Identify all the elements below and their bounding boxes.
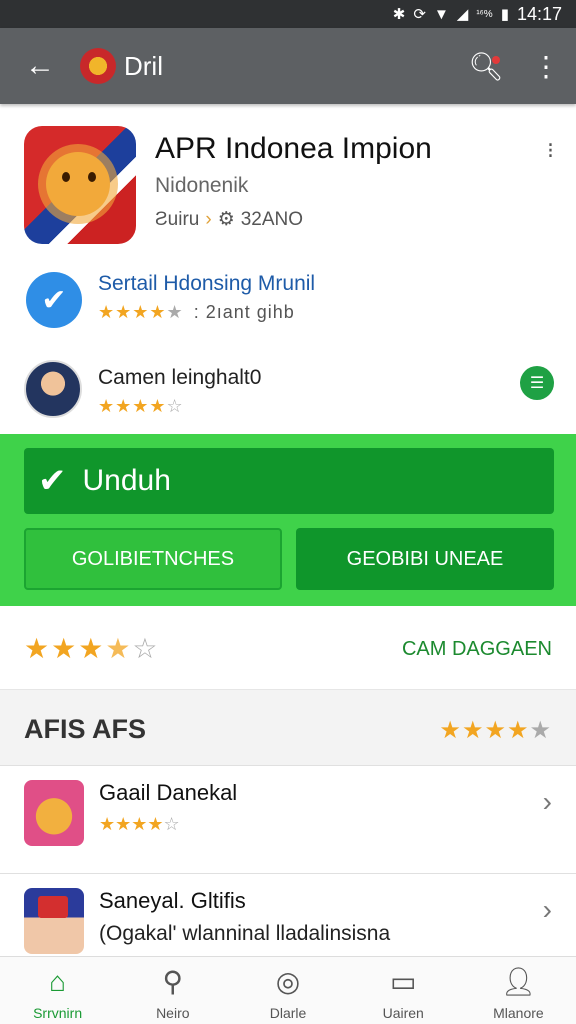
app-icon <box>24 126 136 244</box>
chevron-right-icon: › <box>205 208 212 230</box>
author-rating: ★★★★☆ <box>98 396 184 416</box>
app-header: APR Indonea Impion Nidonenik Ƨuiru › ⚙ 3… <box>0 104 576 254</box>
list-item[interactable]: Gaail Danekal ★★★★☆ › <box>0 766 576 874</box>
meta-left: Ƨuiru <box>155 208 200 230</box>
compass-icon: ◎ <box>275 966 301 997</box>
install-button[interactable]: ✔ Unduh <box>24 448 554 514</box>
nav-item-search[interactable]: ⚲ Neiro <box>115 957 230 1024</box>
verified-check-icon: ✔ <box>26 272 82 328</box>
avatar <box>24 360 82 418</box>
back-arrow-icon: ← <box>25 49 55 82</box>
app-more-button[interactable]: ⁝ <box>547 138 554 164</box>
list-app-icon <box>24 888 84 954</box>
verified-rating: ★★★★★ : 2ıant gihb <box>98 302 295 323</box>
signal-icon: ◢ <box>456 6 469 23</box>
app-meta: Ƨuiru › ⚙ 32ANO <box>155 208 303 231</box>
nav-item-explore[interactable]: ◎ Dlarle <box>230 957 345 1024</box>
list-item-title: Gaail Danekal <box>99 780 238 805</box>
secondary-button-left[interactable]: GOLIBIETNCHES <box>24 528 282 590</box>
battery-percent: ¹⁶% <box>476 8 493 20</box>
section-title: AFIS AFS <box>24 714 147 744</box>
secondary-button-right[interactable]: GEOBIBI UNEAE <box>296 528 554 590</box>
verified-row[interactable]: ✔ Sertail Hdonsing Mrunil ★★★★★ : 2ıant … <box>0 264 576 344</box>
meta-right: 32ANO <box>240 208 304 230</box>
rating-link[interactable]: CAM DAGGAEN <box>402 638 552 661</box>
wifi-icon: ▼ <box>433 5 449 23</box>
app-name: APR Indonea Impion <box>155 132 432 165</box>
list-item-rating: ★★★★☆ <box>99 814 180 834</box>
more-vert-icon: ⋮ <box>532 50 560 82</box>
settings-icon: ⚙ <box>217 209 235 230</box>
back-button[interactable]: ← <box>0 49 80 83</box>
tablet-icon: ▭ <box>389 966 417 997</box>
home-icon: ⌂ <box>49 966 67 997</box>
section-header: AFIS AFS ★★★★★ <box>0 690 576 766</box>
overflow-menu-button[interactable]: ⋮ <box>516 50 576 83</box>
list-item-title: Saneyal. Gltifis <box>99 888 246 913</box>
star-rating-icons: ★★★★★ <box>98 302 184 322</box>
list-item-subtitle: (Ogakal' wlanninal lladalinsisna <box>99 922 391 945</box>
search-icon: ⚲ <box>162 966 184 997</box>
person-icon: 👤︎ <box>500 966 537 997</box>
nav-label: Mlanore <box>493 1005 544 1021</box>
verified-note: : 2ıant gihb <box>193 302 295 322</box>
verified-title: Sertail Hdonsing Mrunil <box>98 272 316 295</box>
app-bar: ← Dril 🔍︎ ⋮ <box>0 28 576 104</box>
bluetooth-icon: ✱ <box>392 6 406 23</box>
mascot-face <box>46 152 110 216</box>
clock: 14:17 <box>516 3 562 24</box>
nav-label: Dlarle <box>269 1005 307 1021</box>
status-bar: ✱ ⟳ ▼ ◢ ¹⁶% ▮ 14:17 <box>0 0 576 28</box>
app-bar-title: Dril <box>124 50 163 81</box>
install-label: Unduh <box>82 464 171 497</box>
list-app-icon <box>24 780 84 846</box>
rating-row: ★★★★☆ CAM DAGGAEN <box>0 606 576 690</box>
store-logo-icon <box>80 48 116 84</box>
app-developer[interactable]: Nidonenik <box>155 174 248 198</box>
author-title: Camen leinghalt0 <box>98 366 262 389</box>
nav-label: Uairen <box>382 1005 424 1021</box>
sync-icon: ⟳ <box>413 6 426 23</box>
battery-icon: ▮ <box>500 6 509 23</box>
nav-item-home[interactable]: ⌂ Srrvnirn <box>0 957 115 1024</box>
search-button[interactable]: 🔍︎ <box>456 50 516 83</box>
nav-item-devices[interactable]: ▭ Uairen <box>346 957 461 1024</box>
overall-rating: ★★★★☆ <box>24 633 160 664</box>
chevron-right-icon: › <box>542 894 552 925</box>
notification-dot <box>492 55 500 64</box>
author-row[interactable]: Camen leinghalt0 ★★★★☆ ☰ <box>0 358 576 438</box>
section-rating: ★★★★★ <box>439 717 552 744</box>
action-panel: ✔ Unduh GOLIBIETNCHES GEOBIBI UNEAE <box>0 434 576 606</box>
check-icon: ✔ <box>38 462 67 500</box>
nav-label: Neiro <box>156 1005 190 1021</box>
chevron-right-icon: › <box>542 786 552 817</box>
mascot-eyes <box>62 172 96 182</box>
search-icon: 🔍︎ <box>468 50 504 82</box>
nav-item-account[interactable]: 👤︎ Mlanore <box>461 957 576 1024</box>
nav-label: Srrvnirn <box>33 1005 83 1021</box>
bottom-navigation: ⌂ Srrvnirn ⚲ Neiro ◎ Dlarle ▭ Uairen 👤︎ … <box>0 956 576 1024</box>
list-icon[interactable]: ☰ <box>520 366 554 400</box>
